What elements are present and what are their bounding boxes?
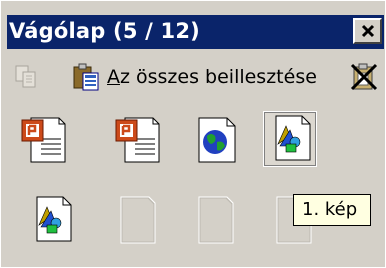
powerpoint-document-icon xyxy=(21,117,66,163)
pane-title: Vágólap (5 / 12) xyxy=(9,19,200,43)
picture-document-icon xyxy=(36,196,72,242)
paste-all-label: Az összes beillesztése xyxy=(107,66,317,88)
clipboard-item-2[interactable] xyxy=(113,112,163,168)
clipboard-task-pane: Vágólap (5 / 12) Az összes beillesztése … xyxy=(0,0,386,268)
blank-page-icon xyxy=(198,196,234,244)
clipboard-slot-empty xyxy=(197,193,247,249)
item-tooltip: 1. kép xyxy=(293,194,371,226)
paste-all-icon xyxy=(73,63,99,91)
picture-document-icon xyxy=(275,115,311,161)
close-button[interactable] xyxy=(353,18,382,44)
clipboard-toolbar: Az összes beillesztése xyxy=(7,57,384,97)
clear-all-button[interactable] xyxy=(348,61,380,93)
clear-all-icon xyxy=(350,63,378,91)
title-bar: Vágólap (5 / 12) xyxy=(7,15,384,49)
paste-all-mnemonic: A xyxy=(107,66,120,88)
clipboard-item-1[interactable] xyxy=(19,112,69,168)
powerpoint-document-icon xyxy=(115,117,160,163)
paste-all-label-text: z összes beillesztése xyxy=(120,66,317,88)
globe-document-icon xyxy=(198,117,236,163)
copy-icon xyxy=(15,65,36,88)
blank-page-icon xyxy=(120,196,156,244)
paste-all-button[interactable]: Az összes beillesztése xyxy=(71,61,317,93)
clipboard-item-5[interactable] xyxy=(31,193,81,249)
clipboard-item-4[interactable] xyxy=(263,111,317,167)
copy-button[interactable] xyxy=(13,63,41,91)
close-icon xyxy=(361,24,374,38)
clipboard-item-3[interactable] xyxy=(193,112,243,168)
clipboard-slot-empty xyxy=(119,193,169,249)
